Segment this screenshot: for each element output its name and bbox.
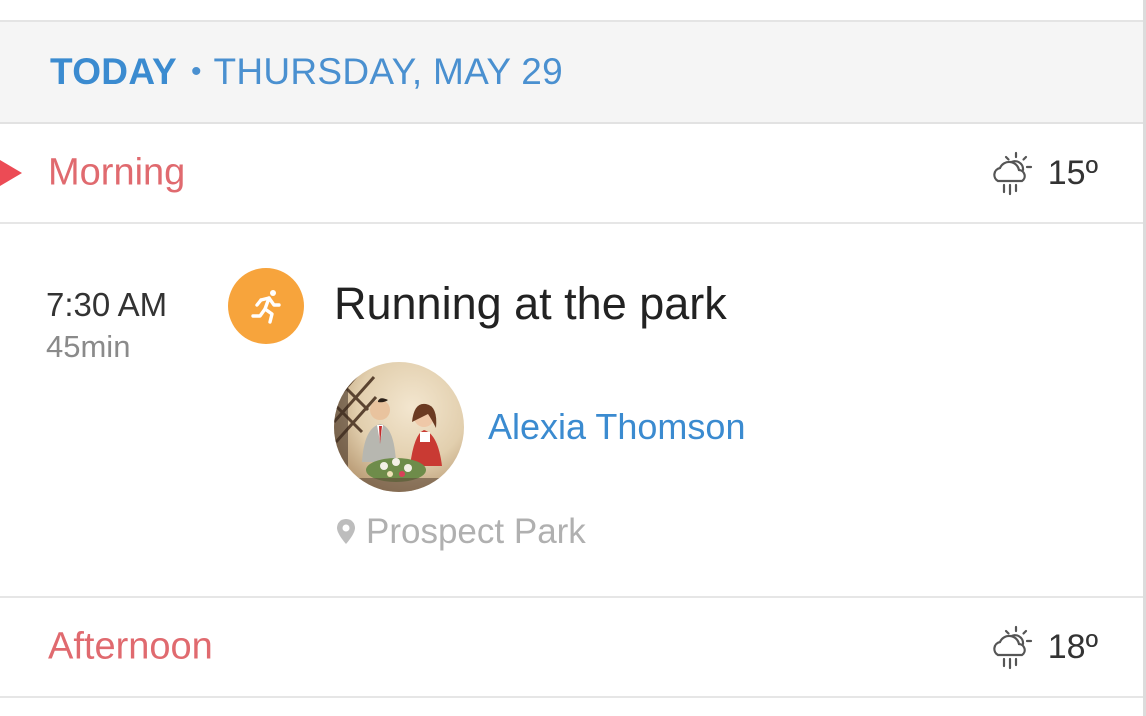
attendee-avatar[interactable] — [334, 362, 464, 492]
event-type-badge — [228, 268, 304, 344]
header-separator: • — [190, 55, 202, 88]
period-row-morning[interactable]: Morning 15º — [0, 124, 1146, 224]
running-icon — [251, 290, 281, 324]
temperature-morning: 15º — [1047, 153, 1098, 192]
period-label-morning: Morning — [48, 151, 186, 194]
cloud-rain-sun-icon — [993, 151, 1032, 196]
attendee-name[interactable]: Alexia Thomson — [488, 406, 745, 448]
location-label: Prospect Park — [366, 512, 586, 551]
event-duration: 45min — [46, 329, 131, 364]
next-section-edge — [0, 698, 1146, 716]
header-date: THURSDAY, MAY 29 — [213, 51, 564, 92]
agenda-screen: TODAY • THURSDAY, MAY 29 Morning 15º 7:3… — [0, 0, 1146, 716]
event-title: Running at the park — [334, 278, 727, 329]
current-time-marker — [0, 160, 22, 186]
event-location[interactable]: Prospect Park — [334, 512, 586, 552]
weather-morning: 15º — [986, 148, 1098, 198]
event-card[interactable]: 7:30 AM 45min Running at the park Alexia… — [0, 224, 1146, 594]
today-label: TODAY — [50, 51, 177, 92]
weather-afternoon: 18º — [986, 622, 1098, 672]
cloud-rain-sun-icon — [993, 625, 1032, 670]
period-label-afternoon: Afternoon — [48, 625, 213, 668]
event-time: 7:30 AM — [46, 286, 168, 323]
previous-section-edge — [0, 0, 1146, 22]
avatar-photo — [334, 362, 464, 492]
date-header: TODAY • THURSDAY, MAY 29 — [0, 22, 1146, 124]
map-pin-icon — [337, 519, 355, 544]
temperature-afternoon: 18º — [1047, 627, 1098, 666]
period-row-afternoon[interactable]: Afternoon 18º — [0, 596, 1146, 698]
